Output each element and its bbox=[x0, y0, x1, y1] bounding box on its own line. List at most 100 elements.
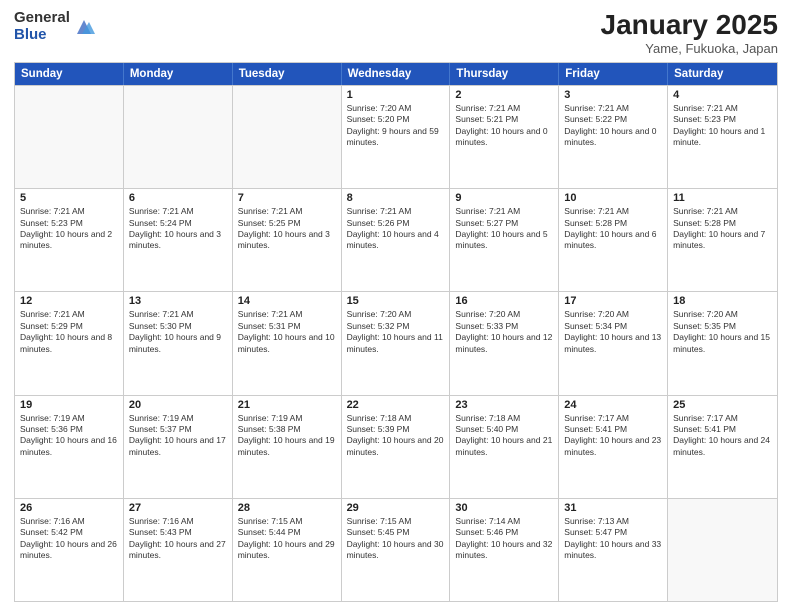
cell-details: Sunrise: 7:21 AM Sunset: 5:22 PM Dayligh… bbox=[564, 103, 662, 149]
cell-details: Sunrise: 7:19 AM Sunset: 5:36 PM Dayligh… bbox=[20, 413, 118, 459]
calendar-cell bbox=[124, 86, 233, 188]
cell-details: Sunrise: 7:21 AM Sunset: 5:29 PM Dayligh… bbox=[20, 309, 118, 355]
day-number: 14 bbox=[238, 295, 336, 307]
cell-details: Sunrise: 7:15 AM Sunset: 5:45 PM Dayligh… bbox=[347, 516, 445, 562]
day-number: 31 bbox=[564, 502, 662, 514]
calendar-cell: 10 Sunrise: 7:21 AM Sunset: 5:28 PM Dayli… bbox=[559, 189, 668, 291]
calendar-row: 12 Sunrise: 7:21 AM Sunset: 5:29 PM Dayli… bbox=[15, 291, 777, 394]
cell-details: Sunrise: 7:21 AM Sunset: 5:30 PM Dayligh… bbox=[129, 309, 227, 355]
month-title: January 2025 bbox=[601, 10, 778, 41]
weekday-header: Saturday bbox=[668, 63, 777, 85]
calendar-cell: 24 Sunrise: 7:17 AM Sunset: 5:41 PM Dayli… bbox=[559, 396, 668, 498]
calendar-cell: 17Sunrise: 7:20 AM Sunset: 5:34 PM Dayli… bbox=[559, 292, 668, 394]
calendar-row: 26 Sunrise: 7:16 AM Sunset: 5:42 PM Dayli… bbox=[15, 498, 777, 601]
cell-details: Sunrise: 7:20 AM Sunset: 5:33 PM Dayligh… bbox=[455, 309, 553, 355]
day-number: 9 bbox=[455, 192, 553, 204]
day-number: 8 bbox=[347, 192, 445, 204]
header: General Blue January 2025 Yame, Fukuoka,… bbox=[14, 10, 778, 56]
cell-details: Sunrise: 7:21 AM Sunset: 5:24 PM Dayligh… bbox=[129, 206, 227, 252]
calendar-cell: 25 Sunrise: 7:17 AM Sunset: 5:41 PM Dayli… bbox=[668, 396, 777, 498]
day-number: 10 bbox=[564, 192, 662, 204]
cell-details: Sunrise: 7:20 AM Sunset: 5:32 PM Dayligh… bbox=[347, 309, 445, 355]
calendar-cell: 18 Sunrise: 7:20 AM Sunset: 5:35 PM Dayli… bbox=[668, 292, 777, 394]
calendar-header: SundayMondayTuesdayWednesdayThursdayFrid… bbox=[15, 63, 777, 85]
calendar-row: 5 Sunrise: 7:21 AM Sunset: 5:23 PM Daylig… bbox=[15, 188, 777, 291]
calendar-cell: 22 Sunrise: 7:18 AM Sunset: 5:39 PM Dayli… bbox=[342, 396, 451, 498]
day-number: 11 bbox=[673, 192, 772, 204]
day-number: 15 bbox=[347, 295, 445, 307]
page: General Blue January 2025 Yame, Fukuoka,… bbox=[0, 0, 792, 612]
calendar-cell bbox=[15, 86, 124, 188]
day-number: 5 bbox=[20, 192, 118, 204]
day-number: 16 bbox=[455, 295, 553, 307]
day-number: 24 bbox=[564, 399, 662, 411]
calendar-body: 1Sunrise: 7:20 AM Sunset: 5:20 PM Daylig… bbox=[15, 85, 777, 601]
calendar-cell: 7Sunrise: 7:21 AM Sunset: 5:25 PM Daylig… bbox=[233, 189, 342, 291]
calendar-cell: 28 Sunrise: 7:15 AM Sunset: 5:44 PM Dayli… bbox=[233, 499, 342, 601]
cell-details: Sunrise: 7:21 AM Sunset: 5:27 PM Dayligh… bbox=[455, 206, 553, 252]
logo-general: General bbox=[14, 10, 70, 27]
day-number: 3 bbox=[564, 89, 662, 101]
calendar-cell: 8 Sunrise: 7:21 AM Sunset: 5:26 PM Daylig… bbox=[342, 189, 451, 291]
calendar-cell: 23 Sunrise: 7:18 AM Sunset: 5:40 PM Dayli… bbox=[450, 396, 559, 498]
calendar-cell bbox=[233, 86, 342, 188]
calendar-cell: 26 Sunrise: 7:16 AM Sunset: 5:42 PM Dayli… bbox=[15, 499, 124, 601]
day-number: 18 bbox=[673, 295, 772, 307]
calendar-cell: 1Sunrise: 7:20 AM Sunset: 5:20 PM Daylig… bbox=[342, 86, 451, 188]
cell-details: Sunrise: 7:18 AM Sunset: 5:40 PM Dayligh… bbox=[455, 413, 553, 459]
calendar-cell: 20 Sunrise: 7:19 AM Sunset: 5:37 PM Dayli… bbox=[124, 396, 233, 498]
day-number: 4 bbox=[673, 89, 772, 101]
day-number: 13 bbox=[129, 295, 227, 307]
title-block: January 2025 Yame, Fukuoka, Japan bbox=[601, 10, 778, 56]
day-number: 28 bbox=[238, 502, 336, 514]
cell-details: Sunrise: 7:13 AM Sunset: 5:47 PM Dayligh… bbox=[564, 516, 662, 562]
day-number: 19 bbox=[20, 399, 118, 411]
calendar-cell: 29 Sunrise: 7:15 AM Sunset: 5:45 PM Dayli… bbox=[342, 499, 451, 601]
cell-details: Sunrise: 7:21 AM Sunset: 5:23 PM Dayligh… bbox=[20, 206, 118, 252]
cell-details: Sunrise: 7:21 AM Sunset: 5:21 PM Dayligh… bbox=[455, 103, 553, 149]
calendar-cell: 30Sunrise: 7:14 AM Sunset: 5:46 PM Dayli… bbox=[450, 499, 559, 601]
weekday-header: Sunday bbox=[15, 63, 124, 85]
cell-details: Sunrise: 7:20 AM Sunset: 5:35 PM Dayligh… bbox=[673, 309, 772, 355]
day-number: 17 bbox=[564, 295, 662, 307]
calendar-cell: 9 Sunrise: 7:21 AM Sunset: 5:27 PM Daylig… bbox=[450, 189, 559, 291]
day-number: 29 bbox=[347, 502, 445, 514]
calendar-cell: 15 Sunrise: 7:20 AM Sunset: 5:32 PM Dayli… bbox=[342, 292, 451, 394]
calendar-cell: 27Sunrise: 7:16 AM Sunset: 5:43 PM Dayli… bbox=[124, 499, 233, 601]
cell-details: Sunrise: 7:21 AM Sunset: 5:26 PM Dayligh… bbox=[347, 206, 445, 252]
cell-details: Sunrise: 7:16 AM Sunset: 5:42 PM Dayligh… bbox=[20, 516, 118, 562]
day-number: 23 bbox=[455, 399, 553, 411]
cell-details: Sunrise: 7:17 AM Sunset: 5:41 PM Dayligh… bbox=[673, 413, 772, 459]
cell-details: Sunrise: 7:21 AM Sunset: 5:28 PM Dayligh… bbox=[564, 206, 662, 252]
day-number: 26 bbox=[20, 502, 118, 514]
day-number: 2 bbox=[455, 89, 553, 101]
day-number: 25 bbox=[673, 399, 772, 411]
calendar-row: 1Sunrise: 7:20 AM Sunset: 5:20 PM Daylig… bbox=[15, 85, 777, 188]
cell-details: Sunrise: 7:18 AM Sunset: 5:39 PM Dayligh… bbox=[347, 413, 445, 459]
calendar-cell: 12 Sunrise: 7:21 AM Sunset: 5:29 PM Dayli… bbox=[15, 292, 124, 394]
day-number: 20 bbox=[129, 399, 227, 411]
cell-details: Sunrise: 7:19 AM Sunset: 5:38 PM Dayligh… bbox=[238, 413, 336, 459]
cell-details: Sunrise: 7:15 AM Sunset: 5:44 PM Dayligh… bbox=[238, 516, 336, 562]
logo-blue: Blue bbox=[14, 27, 70, 44]
cell-details: Sunrise: 7:17 AM Sunset: 5:41 PM Dayligh… bbox=[564, 413, 662, 459]
weekday-header: Tuesday bbox=[233, 63, 342, 85]
day-number: 12 bbox=[20, 295, 118, 307]
calendar-cell: 31 Sunrise: 7:13 AM Sunset: 5:47 PM Dayli… bbox=[559, 499, 668, 601]
day-number: 22 bbox=[347, 399, 445, 411]
day-number: 30 bbox=[455, 502, 553, 514]
cell-details: Sunrise: 7:20 AM Sunset: 5:20 PM Dayligh… bbox=[347, 103, 445, 149]
day-number: 7 bbox=[238, 192, 336, 204]
cell-details: Sunrise: 7:16 AM Sunset: 5:43 PM Dayligh… bbox=[129, 516, 227, 562]
day-number: 6 bbox=[129, 192, 227, 204]
cell-details: Sunrise: 7:19 AM Sunset: 5:37 PM Dayligh… bbox=[129, 413, 227, 459]
weekday-header: Wednesday bbox=[342, 63, 451, 85]
cell-details: Sunrise: 7:21 AM Sunset: 5:28 PM Dayligh… bbox=[673, 206, 772, 252]
calendar-cell: 19 Sunrise: 7:19 AM Sunset: 5:36 PM Dayli… bbox=[15, 396, 124, 498]
calendar-cell: 6 Sunrise: 7:21 AM Sunset: 5:24 PM Daylig… bbox=[124, 189, 233, 291]
weekday-header: Friday bbox=[559, 63, 668, 85]
calendar-cell: 5 Sunrise: 7:21 AM Sunset: 5:23 PM Daylig… bbox=[15, 189, 124, 291]
calendar-cell: 14Sunrise: 7:21 AM Sunset: 5:31 PM Dayli… bbox=[233, 292, 342, 394]
calendar-cell: 11 Sunrise: 7:21 AM Sunset: 5:28 PM Dayli… bbox=[668, 189, 777, 291]
calendar-cell: 21Sunrise: 7:19 AM Sunset: 5:38 PM Dayli… bbox=[233, 396, 342, 498]
